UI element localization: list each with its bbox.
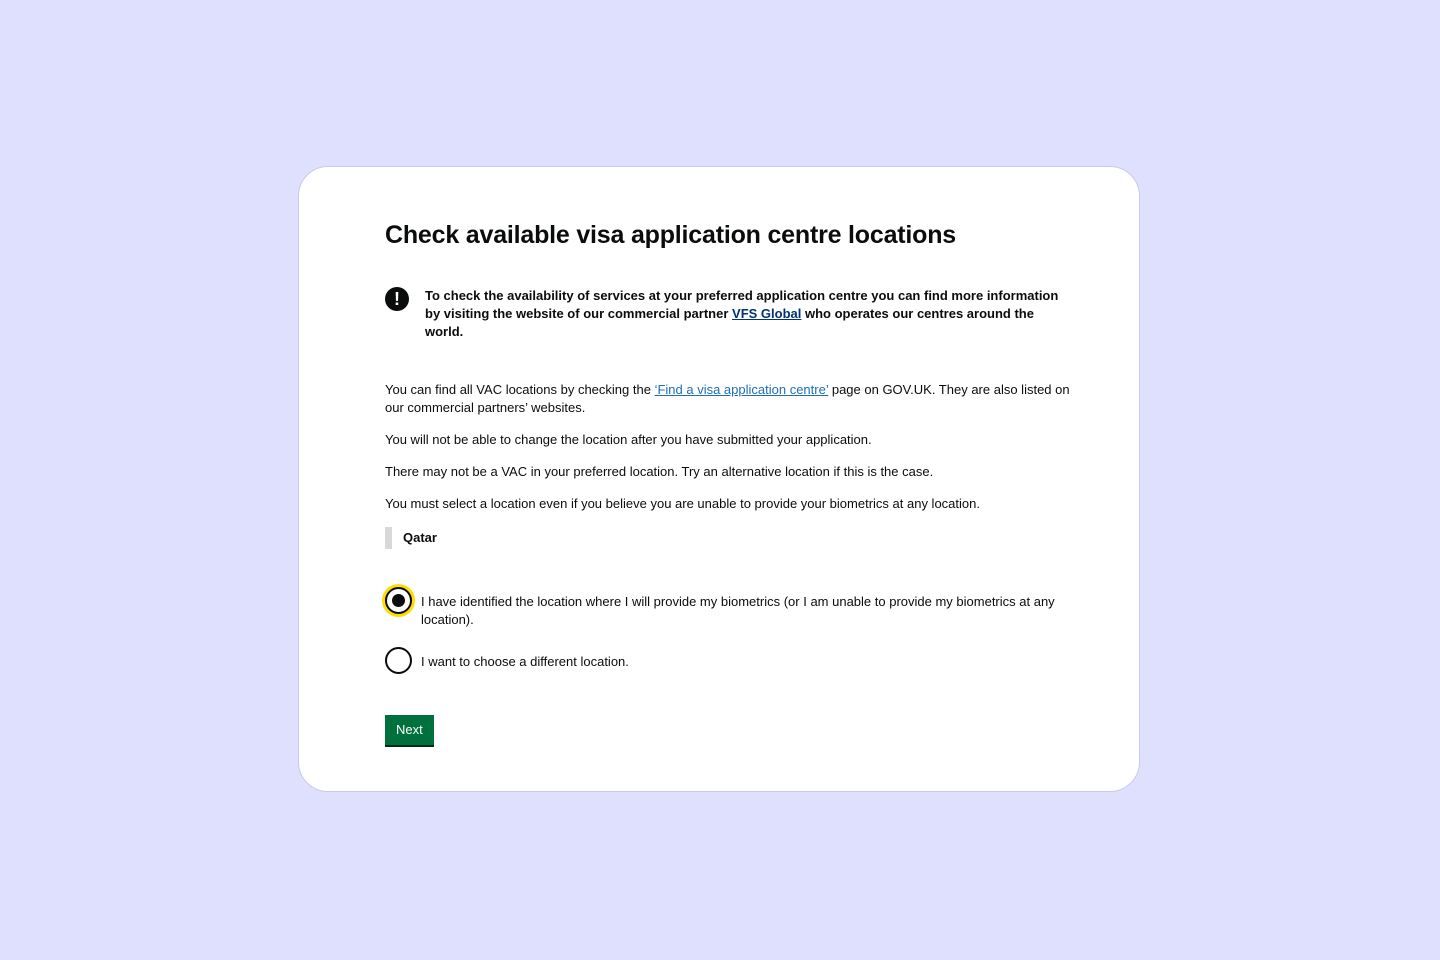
page-content: Check available visa application centre … — [385, 219, 1075, 745]
vfs-global-link[interactable]: VFS Global — [732, 306, 801, 321]
radio-button-checked[interactable] — [385, 587, 412, 614]
paragraph-text: You can find all VAC locations by checki… — [385, 382, 655, 397]
find-visa-centre-link[interactable]: ‘Find a visa application centre’ — [655, 382, 829, 397]
body-text: You can find all VAC locations by checki… — [385, 381, 1075, 513]
radio-different-location[interactable]: I want to choose a different location. — [385, 647, 1075, 675]
warning-callout: ! To check the availability of services … — [385, 287, 1075, 341]
warning-text: To check the availability of services at… — [425, 287, 1075, 341]
radio-label: I have identified the location where I w… — [421, 594, 1055, 627]
radio-button-unchecked[interactable] — [385, 647, 412, 674]
radio-label: I want to choose a different location. — [421, 654, 629, 669]
location-radio-group: I have identified the location where I w… — [385, 587, 1075, 675]
main-card: Check available visa application centre … — [298, 166, 1140, 792]
page-title: Check available visa application centre … — [385, 221, 956, 249]
selected-country: Qatar — [385, 527, 1075, 549]
must-select-paragraph: You must select a location even if you b… — [385, 496, 980, 511]
warning-icon: ! — [385, 287, 409, 311]
no-change-paragraph: You will not be able to change the locat… — [385, 432, 872, 447]
radio-identified-location[interactable]: I have identified the location where I w… — [385, 587, 1075, 629]
vac-locations-paragraph: You can find all VAC locations by checki… — [385, 381, 1075, 417]
next-button[interactable]: Next — [385, 715, 434, 745]
alternative-location-paragraph: There may not be a VAC in your preferred… — [385, 464, 934, 479]
radio-dot — [392, 594, 405, 607]
